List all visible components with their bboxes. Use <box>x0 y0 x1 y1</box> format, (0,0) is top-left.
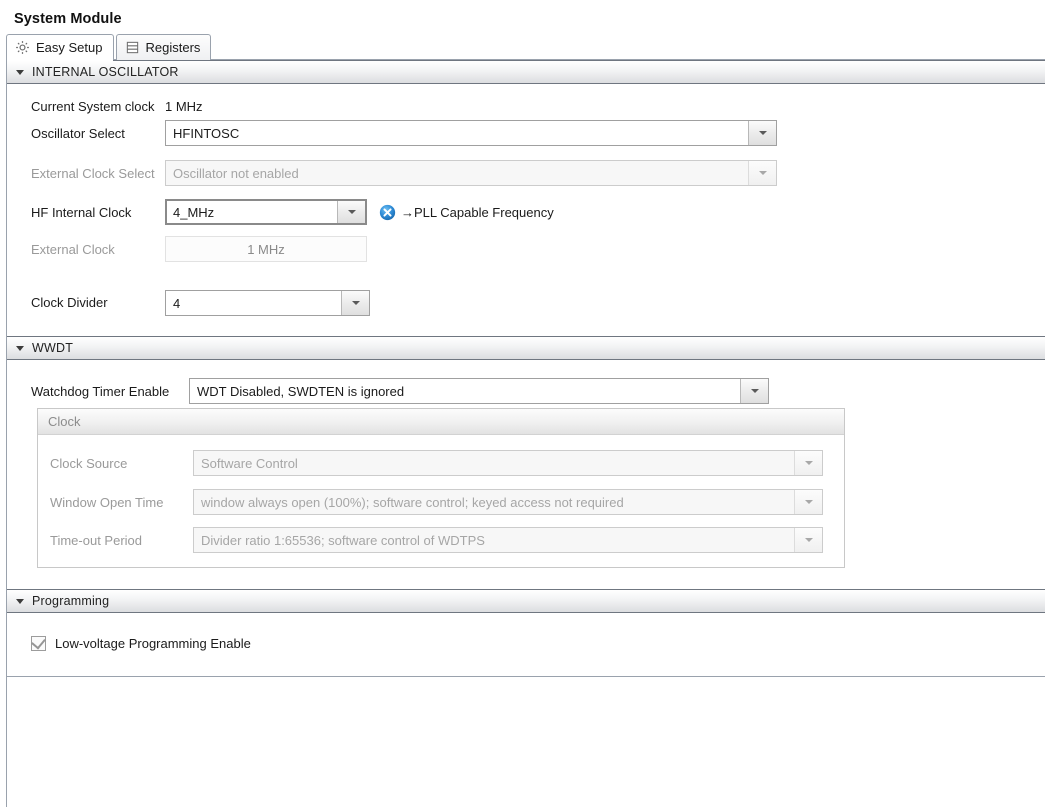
label-external-clock: External Clock <box>31 241 115 257</box>
combo-oscillator-select-value: HFINTOSC <box>166 121 748 145</box>
bottom-divider <box>7 676 1045 677</box>
combo-clock-source-arrow <box>794 451 822 475</box>
row-external-clock-select: External Clock Select Oscillator not ena… <box>7 152 1045 194</box>
chevron-down-icon <box>804 461 813 465</box>
row-oscillator-select: Oscillator Select HFINTOSC <box>7 114 1045 152</box>
tab-strip: Easy Setup Registers <box>0 32 1045 61</box>
combo-window-open-time-arrow <box>794 490 822 514</box>
chevron-down-icon <box>16 346 24 351</box>
page-title: System Module <box>14 11 122 27</box>
combo-clock-divider[interactable]: 4 <box>165 290 370 316</box>
row-clock-divider: Clock Divider 4 <box>7 268 1045 320</box>
field-external-clock: 1 MHz <box>165 236 367 262</box>
section-title-programming: Programming <box>32 594 110 608</box>
row-low-voltage-programming: Low-voltage Programming Enable <box>7 613 1045 651</box>
row-watchdog-timer-enable: Watchdog Timer Enable WDT Disabled, SWDT… <box>7 360 1045 404</box>
combo-timeout-period-arrow <box>794 528 822 552</box>
combo-clock-divider-value: 4 <box>166 291 341 315</box>
combo-oscillator-select[interactable]: HFINTOSC <box>165 120 777 146</box>
label-clock-divider: Clock Divider <box>31 295 108 310</box>
row-hf-internal-clock: HF Internal Clock 4_MHz →PLL Capable Fre… <box>7 194 1045 230</box>
check-icon <box>31 634 46 650</box>
section-title-wwdt: WWDT <box>32 341 74 355</box>
section-header-programming[interactable]: Programming <box>7 589 1045 613</box>
combo-oscillator-select-arrow[interactable] <box>748 121 776 145</box>
registers-icon <box>125 40 140 55</box>
checkbox-low-voltage-programming[interactable] <box>31 634 46 651</box>
label-oscillator-select: Oscillator Select <box>31 125 125 141</box>
label-clock-source: Clock Source <box>50 455 128 471</box>
section-title-internal-oscillator: INTERNAL OSCILLATOR <box>32 65 179 79</box>
combo-timeout-period-value: Divider ratio 1:65536; software control … <box>194 528 794 552</box>
label-timeout-period: Time-out Period <box>50 532 142 548</box>
chevron-down-icon <box>347 210 356 214</box>
label-external-clock-select: External Clock Select <box>31 165 155 181</box>
chevron-down-icon <box>351 301 360 305</box>
gear-icon <box>15 40 30 55</box>
pll-badge-icon <box>379 204 396 221</box>
chevron-down-icon <box>804 500 813 504</box>
tab-easy-setup-label: Easy Setup <box>36 40 103 55</box>
pll-capable-label: →PLL Capable Frequency <box>401 204 554 220</box>
chevron-down-icon <box>804 538 813 542</box>
combo-clock-source-value: Software Control <box>194 451 794 475</box>
content-area: INTERNAL OSCILLATOR Current System clock… <box>6 60 1045 807</box>
label-low-voltage-programming: Low-voltage Programming Enable <box>55 636 251 651</box>
combo-timeout-period: Divider ratio 1:65536; software control … <box>193 527 823 553</box>
tab-registers-label: Registers <box>145 40 201 55</box>
combo-hf-internal-clock[interactable]: 4_MHz <box>165 199 367 225</box>
label-hf-internal-clock: HF Internal Clock <box>31 204 132 220</box>
combo-external-clock-select-arrow <box>748 161 776 185</box>
tab-registers[interactable]: Registers <box>115 34 212 60</box>
row-external-clock: External Clock 1 MHz <box>7 230 1045 268</box>
combo-watchdog-timer-enable[interactable]: WDT Disabled, SWDTEN is ignored <box>189 378 769 404</box>
section-body-internal-oscillator: Current System clock 1 MHz Oscillator Se… <box>7 84 1045 336</box>
combo-clock-divider-arrow[interactable] <box>341 291 369 315</box>
combo-hf-internal-clock-arrow[interactable] <box>337 201 365 223</box>
chevron-down-icon <box>758 131 767 135</box>
field-external-clock-value: 1 MHz <box>247 241 285 257</box>
panel-clock-body: Clock Source Software Control Window Ope… <box>38 435 844 567</box>
label-watchdog-timer-enable: Watchdog Timer Enable <box>31 383 170 399</box>
chevron-down-icon <box>16 70 24 75</box>
chevron-down-icon <box>16 599 24 604</box>
combo-window-open-time-value: window always open (100%); software cont… <box>194 490 794 514</box>
tab-easy-setup[interactable]: Easy Setup <box>6 34 114 61</box>
combo-watchdog-timer-enable-arrow[interactable] <box>740 379 768 403</box>
combo-hf-internal-clock-value: 4_MHz <box>167 201 337 223</box>
combo-clock-source: Software Control <box>193 450 823 476</box>
row-clock-source: Clock Source Software Control <box>38 443 844 483</box>
combo-watchdog-timer-enable-value: WDT Disabled, SWDTEN is ignored <box>190 379 740 403</box>
pll-capable-note: →PLL Capable Frequency <box>379 204 554 221</box>
panel-clock: Clock Clock Source Software Control Wind… <box>37 408 845 568</box>
row-current-system-clock: Current System clock 1 MHz <box>7 84 1045 114</box>
panel-clock-title: Clock <box>38 409 844 435</box>
combo-external-clock-select: Oscillator not enabled <box>165 160 777 186</box>
combo-external-clock-select-value: Oscillator not enabled <box>166 161 748 185</box>
row-window-open-time: Window Open Time window always open (100… <box>38 483 844 521</box>
section-body-wwdt: Watchdog Timer Enable WDT Disabled, SWDT… <box>7 360 1045 589</box>
chevron-down-icon <box>750 389 759 393</box>
chevron-down-icon <box>758 171 767 175</box>
section-header-internal-oscillator[interactable]: INTERNAL OSCILLATOR <box>7 60 1045 84</box>
label-current-system-clock: Current System clock <box>31 98 155 114</box>
section-header-wwdt[interactable]: WWDT <box>7 336 1045 360</box>
row-timeout-period: Time-out Period Divider ratio 1:65536; s… <box>38 521 844 559</box>
value-current-system-clock: 1 MHz <box>165 98 203 114</box>
label-window-open-time: Window Open Time <box>50 494 164 510</box>
section-body-programming: Low-voltage Programming Enable <box>7 613 1045 677</box>
combo-window-open-time: window always open (100%); software cont… <box>193 489 823 515</box>
